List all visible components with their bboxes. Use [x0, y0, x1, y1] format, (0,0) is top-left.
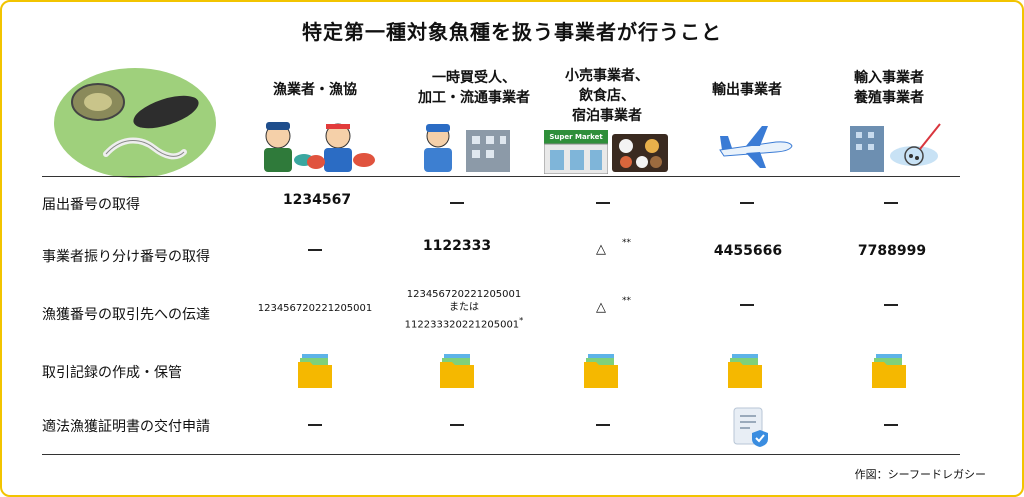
triangle-mark: △: [596, 242, 606, 257]
cell-notification-number-fishers: 1234567: [282, 192, 352, 208]
folder-icon: [726, 352, 764, 390]
row-label-sorting-number: 事業者振り分け番号の取得: [42, 249, 210, 265]
cell-catch-number-fishers: 123456720221205001: [257, 303, 373, 314]
column-header-fishers: 漁業者・漁協: [273, 82, 357, 98]
supermarket-icon: Super Market: [543, 130, 609, 178]
dash-mark: [308, 424, 322, 426]
dash-mark: [884, 202, 898, 204]
dash-mark: [596, 424, 610, 426]
cell-sorting-number-processors: 1122333: [422, 238, 492, 254]
folder-icon: [438, 352, 476, 390]
credit-text: 作図：シーフードレガシー: [854, 468, 986, 481]
sea-cucumber-icon: [133, 95, 199, 129]
cell-sorting-number-exporters: 4455666: [713, 243, 783, 259]
folder-icon: [582, 352, 620, 390]
dash-mark: [596, 202, 610, 204]
dash-mark: [308, 249, 322, 251]
dash-mark: [450, 202, 464, 204]
footnote-double-star: **: [622, 296, 631, 306]
dash-mark: [450, 424, 464, 426]
folder-icon: [296, 352, 334, 390]
infographic-frame: { "title": "特定第一種対象魚種を扱う事業者が行うこと", "colu…: [0, 0, 1024, 497]
row-label-catch-number-transfer: 漁獲番号の取引先への伝達: [42, 307, 210, 323]
dash-mark: [884, 424, 898, 426]
airplane-icon: [716, 122, 794, 174]
footer-divider: [42, 454, 960, 455]
supermarket-sign: Super Market: [549, 133, 603, 141]
column-header-importers: 輸入事業者 養殖事業者: [854, 70, 924, 106]
column-header-processors: 一時買受人、 加工・流通事業者: [418, 70, 530, 106]
dash-mark: [740, 304, 754, 306]
cell-sorting-number-importers: 7788999: [857, 243, 927, 259]
dash-mark: [740, 202, 754, 204]
row-label-notification-number: 届出番号の取得: [42, 197, 140, 213]
folder-icon: [870, 352, 908, 390]
triangle-mark: △: [596, 300, 606, 315]
page-title: 特定第一種対象魚種を扱う事業者が行うこと: [302, 20, 722, 44]
meal-tray-icon: [612, 130, 668, 178]
row-label-transaction-records: 取引記録の作成・保管: [42, 365, 182, 381]
column-header-retailers: 小売事業者、 飲食店、 宿泊事業者: [565, 68, 649, 124]
footnote-double-star: **: [622, 238, 631, 248]
cell-catch-number-processors: 123456720221205001 または 11223332022120500…: [404, 289, 524, 331]
importer-aquaculture-illustration: [848, 118, 944, 176]
dash-mark: [884, 304, 898, 306]
processor-illustration: [416, 120, 526, 178]
seafood-illustration: [54, 68, 216, 178]
row-label-legal-catch-certificate: 適法漁獲証明書の交付申請: [42, 419, 210, 435]
document-shield-icon: [730, 406, 770, 452]
fishers-illustration: [254, 118, 380, 178]
column-header-exporters: 輸出事業者: [712, 82, 782, 98]
header-divider: [42, 176, 960, 177]
footnote-single-star: *: [519, 315, 524, 325]
